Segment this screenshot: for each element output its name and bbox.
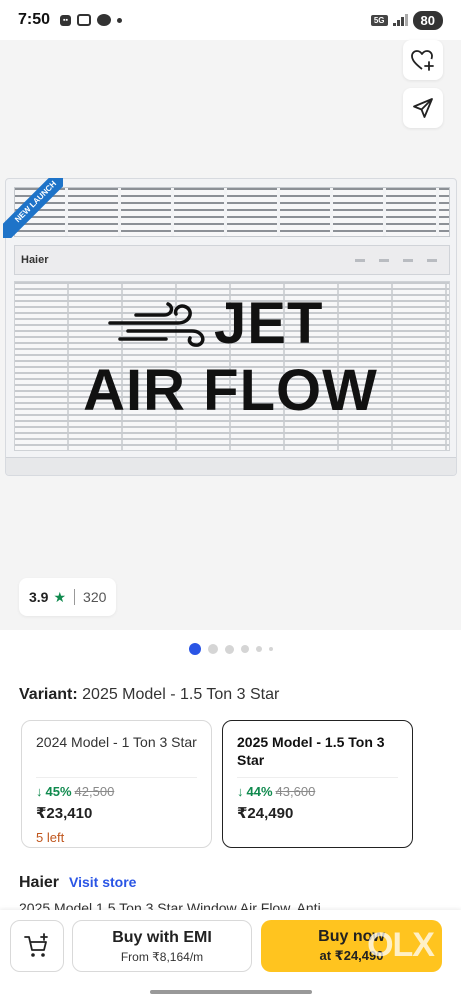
arrow-down-icon: ↓ <box>36 784 43 799</box>
variant-divider <box>237 777 398 778</box>
seller-row: Haier Visit store <box>19 874 136 892</box>
rating-chip[interactable]: 3.9 ★ 320 <box>19 578 117 616</box>
cart-plus-icon <box>24 933 48 957</box>
wishlist-button[interactable] <box>403 40 443 80</box>
buy-with-emi-button[interactable]: Buy with EMI From ₹8,164/m <box>72 920 252 972</box>
rating-divider <box>74 589 76 605</box>
more-notifications-icon <box>117 17 122 23</box>
status-bar: 7:50 ▪▪ 5G 80 <box>0 0 461 40</box>
network-type-icon: 5G <box>370 14 388 26</box>
variant-mrp: 42,500 <box>74 784 115 799</box>
new-launch-badge: NEW LAUNCH <box>3 178 63 238</box>
headline-air-flow: AIR FLOW <box>83 358 378 423</box>
signal-icon <box>392 14 408 26</box>
variant-name: 2024 Model - 1 Ton 3 Star <box>36 734 197 750</box>
headline-jet: JET <box>214 291 324 356</box>
brand-name: Haier <box>19 874 60 891</box>
variant-divider <box>36 777 197 778</box>
add-to-cart-button[interactable] <box>10 920 64 972</box>
product-image-gallery[interactable]: Haier NEW LAUNCH JET AIR FLOW 3.9 ★ 320 <box>0 40 461 630</box>
ac-top-vent <box>14 187 450 237</box>
emi-label: Buy with EMI <box>112 928 212 946</box>
carousel-indicator[interactable] <box>0 643 461 655</box>
arrow-down-icon: ↓ <box>237 784 244 799</box>
chat-icon <box>97 14 111 26</box>
rating-value: 3.9 <box>29 589 49 605</box>
ac-base <box>6 457 456 475</box>
bottom-action-bar: Buy with EMI From ₹8,164/m Buy now at ₹2… <box>0 910 461 1000</box>
carousel-dot[interactable] <box>207 644 218 654</box>
variant-price: ₹23,410 <box>36 805 93 822</box>
home-indicator[interactable] <box>150 990 312 994</box>
ac-brand-logo: Haier <box>21 254 49 266</box>
variant-label: Variant: <box>19 686 78 703</box>
carousel-dot[interactable] <box>268 647 273 651</box>
heart-plus-icon <box>411 50 434 71</box>
visit-store-link[interactable]: Visit store <box>69 874 136 890</box>
variant-discount: 44% <box>246 784 273 799</box>
variant-discount-row: ↓ 45% 42,500 <box>36 784 197 799</box>
notification-icons: ▪▪ <box>60 14 122 26</box>
carousel-dot[interactable] <box>240 645 249 653</box>
variant-option-2025[interactable]: 2025 Model - 1.5 Ton 3 Star ↓ 44% 43,600… <box>222 720 413 848</box>
variant-discount: 45% <box>45 784 72 799</box>
emi-sub: From ₹8,164/m <box>120 949 204 964</box>
star-icon: ★ <box>53 588 67 605</box>
olx-watermark: OLX <box>367 926 435 964</box>
share-button[interactable] <box>403 88 443 128</box>
variant-option-2024[interactable]: 2024 Model - 1 Ton 3 Star ↓ 45% 42,500 ₹… <box>21 720 212 848</box>
rating-count: 320 <box>83 589 107 605</box>
variant-price: ₹24,490 <box>237 805 294 822</box>
variant-selected: 2025 Model - 1.5 Ton 3 Star <box>82 686 280 703</box>
ac-control-panel: Haier <box>14 245 450 275</box>
status-time: 7:50 <box>18 11 51 28</box>
variant-discount-row: ↓ 44% 43,600 <box>237 784 398 799</box>
carousel-dot[interactable] <box>224 644 234 654</box>
buy-now-button[interactable]: Buy now at ₹24,490 OLX <box>261 920 442 972</box>
new-launch-ribbon: NEW LAUNCH <box>3 178 63 238</box>
share-send-icon <box>413 98 433 118</box>
variant-stock: 5 left <box>36 830 65 845</box>
screenshot-icon <box>77 14 91 26</box>
carousel-dot[interactable] <box>188 643 201 655</box>
variant-heading: Variant: 2025 Model - 1.5 Ton 3 Star <box>19 686 279 704</box>
headline-row-1: JET <box>108 295 323 353</box>
variant-mrp: 43,600 <box>275 784 316 799</box>
variant-name: 2025 Model - 1.5 Ton 3 Star <box>237 734 385 768</box>
ac-buttons <box>355 258 437 262</box>
battery-icon: 80 <box>412 10 443 30</box>
wind-icon <box>108 302 205 347</box>
system-icons: 5G 80 <box>370 10 443 30</box>
app-notification-icon: ▪▪ <box>60 14 71 26</box>
carousel-dot[interactable] <box>255 646 262 652</box>
